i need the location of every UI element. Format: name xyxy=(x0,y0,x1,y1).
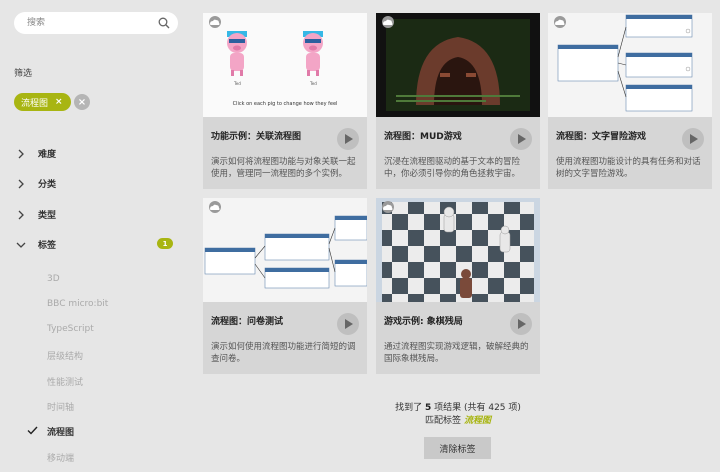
card-title: 流程图：MUD游戏 xyxy=(384,132,462,142)
matched-tag: 流程图 xyxy=(463,416,491,426)
sample-card[interactable]: 流程图：文字冒险游戏 使用流程图功能设计的具有任务和对话树的文字冒险游戏。 xyxy=(548,13,712,189)
search-input[interactable] xyxy=(14,12,144,34)
card-title: 流程图：文字冒险游戏 xyxy=(556,132,647,142)
card-thumbnail[interactable] xyxy=(376,198,540,302)
play-icon[interactable] xyxy=(682,128,704,150)
tag-item[interactable]: 移动端 xyxy=(47,451,74,464)
clear-filters-icon[interactable]: × xyxy=(74,94,90,110)
clear-tags-button[interactable]: 清除标签 xyxy=(424,437,491,459)
card-title: 游戏示例: 象棋残局 xyxy=(384,317,463,327)
category-label: 难度 xyxy=(38,150,57,160)
card-description: 通过流程图实现游戏逻辑，破解经典的国际象棋残局。 xyxy=(384,342,529,364)
sidebar: 筛选 流程图 × × 难度 分类 类型 标签 1 3D BBC micro:bi… xyxy=(0,0,196,472)
filter-label: 筛选 xyxy=(14,69,33,79)
results-tag-line: 匹配标签 流程图 xyxy=(425,416,491,426)
tag-item[interactable]: 时间轴 xyxy=(47,400,74,413)
play-icon[interactable] xyxy=(510,128,532,150)
mud-terminal-image xyxy=(386,19,530,111)
pigs-image: Ted Ted Click on each pig to change how … xyxy=(227,31,338,107)
card-description: 演示如何使用流程图功能进行简短的调查问卷。 xyxy=(211,342,356,364)
sample-card[interactable]: 流程图：MUD游戏 沉浸在流程图驱动的基于文本的冒险中，你必须引导你的角色拯救宇… xyxy=(376,13,540,189)
results-summary: 找到了 5 项结果 (共有 425 项) 匹配标签 流程图 xyxy=(376,402,540,428)
chess-image xyxy=(382,202,534,302)
card-description: 沉浸在流程图驱动的基于文本的冒险中，你必须引导你的角色拯救宇宙。 xyxy=(384,157,521,179)
results-count-line: 找到了 5 项结果 (共有 425 项) xyxy=(395,403,521,413)
category-label: 分类 xyxy=(38,180,57,190)
tag-item[interactable]: TypeScript xyxy=(47,324,94,334)
cloud-icon xyxy=(554,16,566,28)
pig-label: Ted xyxy=(233,81,241,86)
total-count: 425 xyxy=(488,403,506,413)
check-icon xyxy=(27,426,38,435)
category-label: 标签 xyxy=(38,241,57,251)
chevron-down-icon xyxy=(16,242,26,248)
tag-item[interactable]: 性能测试 xyxy=(47,375,83,388)
cloud-icon xyxy=(209,201,221,213)
play-icon[interactable] xyxy=(337,313,359,335)
card-thumbnail[interactable] xyxy=(203,198,367,302)
tag-item-selected[interactable]: 流程图 xyxy=(47,425,74,438)
active-filter-chip[interactable]: 流程图 × xyxy=(14,93,71,111)
play-icon[interactable] xyxy=(510,313,532,335)
play-icon[interactable] xyxy=(337,128,359,150)
chevron-right-icon xyxy=(18,210,24,219)
card-thumbnail[interactable]: Ted Ted Click on each pig to change how … xyxy=(203,13,367,117)
thumb-caption: Click on each pig to change how they fee… xyxy=(233,101,338,107)
card-thumbnail[interactable] xyxy=(376,13,540,117)
sample-card[interactable]: Ted Ted Click on each pig to change how … xyxy=(203,13,367,189)
flowchart-image xyxy=(557,14,693,112)
cloud-icon xyxy=(209,16,221,28)
sample-card[interactable]: 游戏示例: 象棋残局 通过流程图实现游戏逻辑，破解经典的国际象棋残局。 xyxy=(376,198,540,374)
card-title: 功能示例：关联流程图 xyxy=(211,132,302,142)
category-type[interactable]: 类型 xyxy=(16,208,56,221)
questionnaire-image xyxy=(204,215,367,289)
card-description: 演示如何将流程图功能与对象关联一起使用，管理同一流程图的多个实例。 xyxy=(211,157,356,179)
card-description: 使用流程图功能设计的具有任务和对话树的文字冒险游戏。 xyxy=(556,157,701,179)
card-title: 流程图：问卷测试 xyxy=(211,317,284,327)
search-box[interactable] xyxy=(14,12,178,34)
pig-label: Ted xyxy=(309,81,317,86)
chip-label: 流程图 xyxy=(21,98,49,109)
chevron-right-icon xyxy=(18,179,24,188)
sample-card[interactable]: 流程图：问卷测试 演示如何使用流程图功能进行简短的调查问卷。 xyxy=(203,198,367,374)
tag-count-badge: 1 xyxy=(157,238,173,249)
category-label: 类型 xyxy=(38,211,57,221)
chip-remove-icon[interactable]: × xyxy=(55,97,63,107)
chevron-right-icon xyxy=(18,149,24,158)
category-difficulty[interactable]: 难度 xyxy=(16,147,56,160)
tag-item[interactable]: 3D xyxy=(47,274,60,284)
category-tags[interactable]: 标签 xyxy=(16,238,56,251)
search-icon[interactable] xyxy=(158,17,170,29)
tag-item[interactable]: BBC micro:bit xyxy=(47,299,108,309)
result-count: 5 xyxy=(424,403,432,413)
cloud-icon xyxy=(382,16,394,28)
category-genre[interactable]: 分类 xyxy=(16,177,56,190)
cloud-icon xyxy=(382,201,394,213)
card-thumbnail[interactable] xyxy=(548,13,712,117)
tag-item[interactable]: 层级结构 xyxy=(47,349,83,362)
